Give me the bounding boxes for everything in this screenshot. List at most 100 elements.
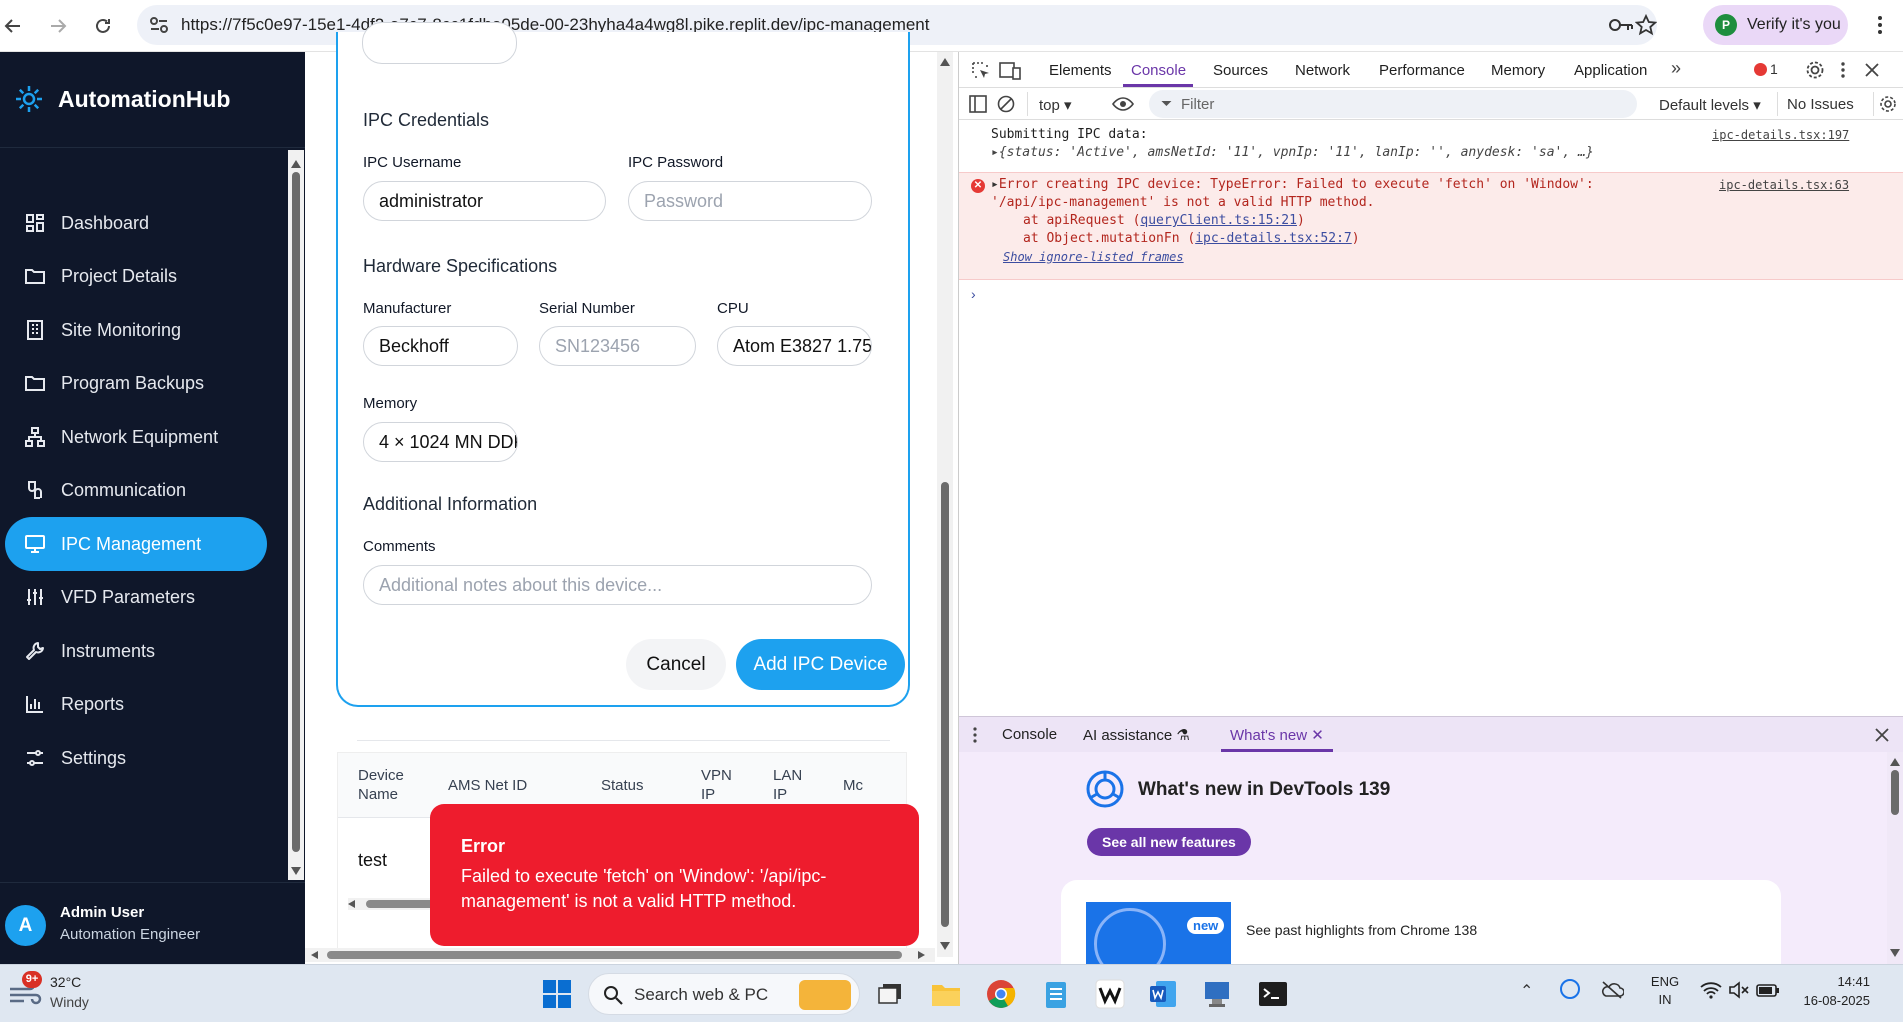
source-link[interactable]: ipc-details.tsx:197	[1712, 126, 1849, 144]
serial-input[interactable]: SN123456	[539, 326, 696, 366]
manufacturer-input[interactable]: Beckhoff	[363, 326, 518, 366]
error-toast[interactable]: Error Failed to execute 'fetch' on 'Wind…	[430, 804, 919, 946]
tab-application[interactable]: Application	[1574, 62, 1647, 79]
windows-start-icon[interactable]	[540, 977, 574, 1011]
back-button[interactable]	[0, 10, 29, 42]
clock[interactable]: 14:41 16-08-2025	[1800, 974, 1871, 1008]
highlight-card[interactable]: new See past highlights from Chrome 138	[1061, 880, 1781, 964]
sidebar-item-network-equipment[interactable]: Network Equipment	[5, 410, 267, 464]
scroll-thumb[interactable]	[292, 172, 300, 852]
scroll-thumb[interactable]	[941, 482, 949, 927]
error-line[interactable]: ▸Error creating IPC device: TypeError: F…	[991, 176, 1594, 194]
error-count[interactable]: 1	[1770, 61, 1778, 77]
main-hscrollbar[interactable]	[305, 948, 935, 962]
more-tabs-icon[interactable]: »	[1671, 58, 1681, 79]
inspect-element-icon[interactable]	[971, 61, 991, 81]
source-link[interactable]: ipc-details.tsx:63	[1719, 176, 1849, 194]
expand-triangle-icon[interactable]: ▸	[991, 145, 999, 160]
sidebar-item-reports[interactable]: Reports	[5, 677, 267, 731]
notepad-icon[interactable]	[1039, 977, 1073, 1011]
log-levels-dropdown[interactable]: Default levels ▾	[1659, 96, 1761, 114]
drawer-scrollbar[interactable]	[1887, 752, 1903, 964]
sidebar-item-vfd-parameters[interactable]: VFD Parameters	[5, 570, 267, 624]
forward-button[interactable]	[42, 10, 74, 42]
scroll-down-icon[interactable]	[1890, 949, 1900, 957]
kebab-menu-icon[interactable]	[1839, 61, 1847, 79]
avatar[interactable]: A	[5, 905, 46, 946]
add-ipc-device-button[interactable]: Add IPC Device	[736, 639, 905, 690]
app-w-icon[interactable]	[1093, 977, 1127, 1011]
sidebar-scrollbar[interactable]	[288, 150, 304, 880]
scroll-down-icon[interactable]	[291, 867, 301, 875]
reload-button[interactable]	[87, 10, 119, 42]
username-input[interactable]: administrator	[363, 181, 606, 221]
scroll-thumb[interactable]	[327, 951, 902, 959]
cancel-button[interactable]: Cancel	[626, 639, 726, 690]
truncated-field[interactable]	[362, 22, 517, 64]
tab-console[interactable]: Console	[1131, 62, 1186, 79]
close-icon[interactable]	[1875, 728, 1889, 742]
chrome-icon[interactable]	[984, 977, 1018, 1011]
cpu-input[interactable]: Atom E3827 1.75	[717, 326, 872, 366]
word-icon[interactable]	[1146, 977, 1180, 1011]
terminal-icon[interactable]	[1256, 977, 1290, 1011]
file-explorer-icon[interactable]	[929, 977, 963, 1011]
sidebar-item-ipc-management[interactable]: IPC Management	[5, 517, 267, 571]
tab-memory[interactable]: Memory	[1491, 62, 1545, 79]
show-ignored-frames-link[interactable]: Show ignore-listed frames	[1003, 248, 1184, 266]
tab-elements[interactable]: Elements	[1049, 62, 1112, 79]
scroll-up-icon[interactable]	[1890, 758, 1900, 766]
drawer-tab-ai-assistance[interactable]: AI assistance ⚗	[1083, 726, 1190, 744]
scroll-thumb[interactable]	[1891, 770, 1899, 815]
filter-input[interactable]: ⏷ Filter	[1149, 90, 1637, 118]
context-selector[interactable]: top ▾	[1039, 96, 1072, 114]
drawer-menu-icon[interactable]	[972, 727, 978, 743]
drawer-tab-console[interactable]: Console	[1002, 726, 1057, 743]
remote-desktop-icon[interactable]	[1200, 977, 1234, 1011]
wifi-icon[interactable]	[1700, 981, 1722, 999]
scroll-right-icon[interactable]	[918, 951, 925, 959]
close-icon[interactable]	[1865, 63, 1879, 77]
clear-console-icon[interactable]	[997, 95, 1015, 113]
sidebar-item-communication[interactable]: Communication	[5, 463, 267, 517]
console-settings-icon[interactable]	[1879, 95, 1897, 113]
issues-counter[interactable]: No Issues	[1787, 96, 1854, 113]
scroll-left-icon[interactable]	[348, 900, 355, 908]
task-view-icon[interactable]	[873, 977, 907, 1011]
main-scrollbar[interactable]	[937, 52, 953, 957]
battery-icon[interactable]	[1756, 980, 1780, 1000]
scroll-left-icon[interactable]	[311, 951, 318, 959]
memory-input[interactable]: 4 × 1024 MN DDR	[363, 422, 518, 462]
tab-performance[interactable]: Performance	[1379, 62, 1465, 79]
gear-icon[interactable]	[1805, 60, 1825, 80]
taskbar-search[interactable]: Search web & PC	[588, 973, 860, 1015]
close-icon[interactable]: ✕	[1311, 727, 1324, 744]
tab-network[interactable]: Network	[1295, 62, 1350, 79]
console-prompt[interactable]: ›	[971, 286, 976, 302]
eye-icon[interactable]	[1112, 96, 1134, 112]
sidebar-item-site-monitoring[interactable]: Site Monitoring	[5, 303, 267, 357]
chevron-up-icon[interactable]: ⌃	[1520, 981, 1533, 1001]
browser-menu-icon[interactable]	[1870, 14, 1890, 36]
sidebar-item-program-backups[interactable]: Program Backups	[5, 356, 267, 410]
tray-app-icon[interactable]	[1560, 979, 1580, 999]
device-toolbar-icon[interactable]	[999, 61, 1021, 81]
brand[interactable]: AutomationHub	[14, 84, 230, 114]
sidebar-toggle-icon[interactable]	[969, 95, 987, 113]
sidebar-item-project-details[interactable]: Project Details	[5, 249, 267, 303]
expand-triangle-icon[interactable]: ▸	[991, 177, 999, 192]
scroll-down-icon[interactable]	[940, 942, 950, 950]
drawer-tab-whats-new[interactable]: What's new ✕	[1230, 726, 1324, 744]
see-all-features-button[interactable]: See all new features	[1087, 828, 1251, 856]
password-input[interactable]: Password	[628, 181, 872, 221]
scroll-up-icon[interactable]	[291, 160, 301, 168]
sidebar-item-instruments[interactable]: Instruments	[5, 624, 267, 678]
onedrive-icon[interactable]	[1600, 980, 1624, 1000]
scroll-up-icon[interactable]	[940, 58, 950, 66]
language-indicator[interactable]: ENG IN	[1648, 974, 1682, 1007]
stack-link[interactable]: queryClient.ts:15:21	[1140, 213, 1297, 228]
comments-input[interactable]: Additional notes about this device...	[363, 565, 872, 605]
tab-sources[interactable]: Sources	[1213, 62, 1268, 79]
volume-muted-icon[interactable]	[1728, 981, 1750, 999]
sidebar-item-dashboard[interactable]: Dashboard	[5, 196, 267, 250]
